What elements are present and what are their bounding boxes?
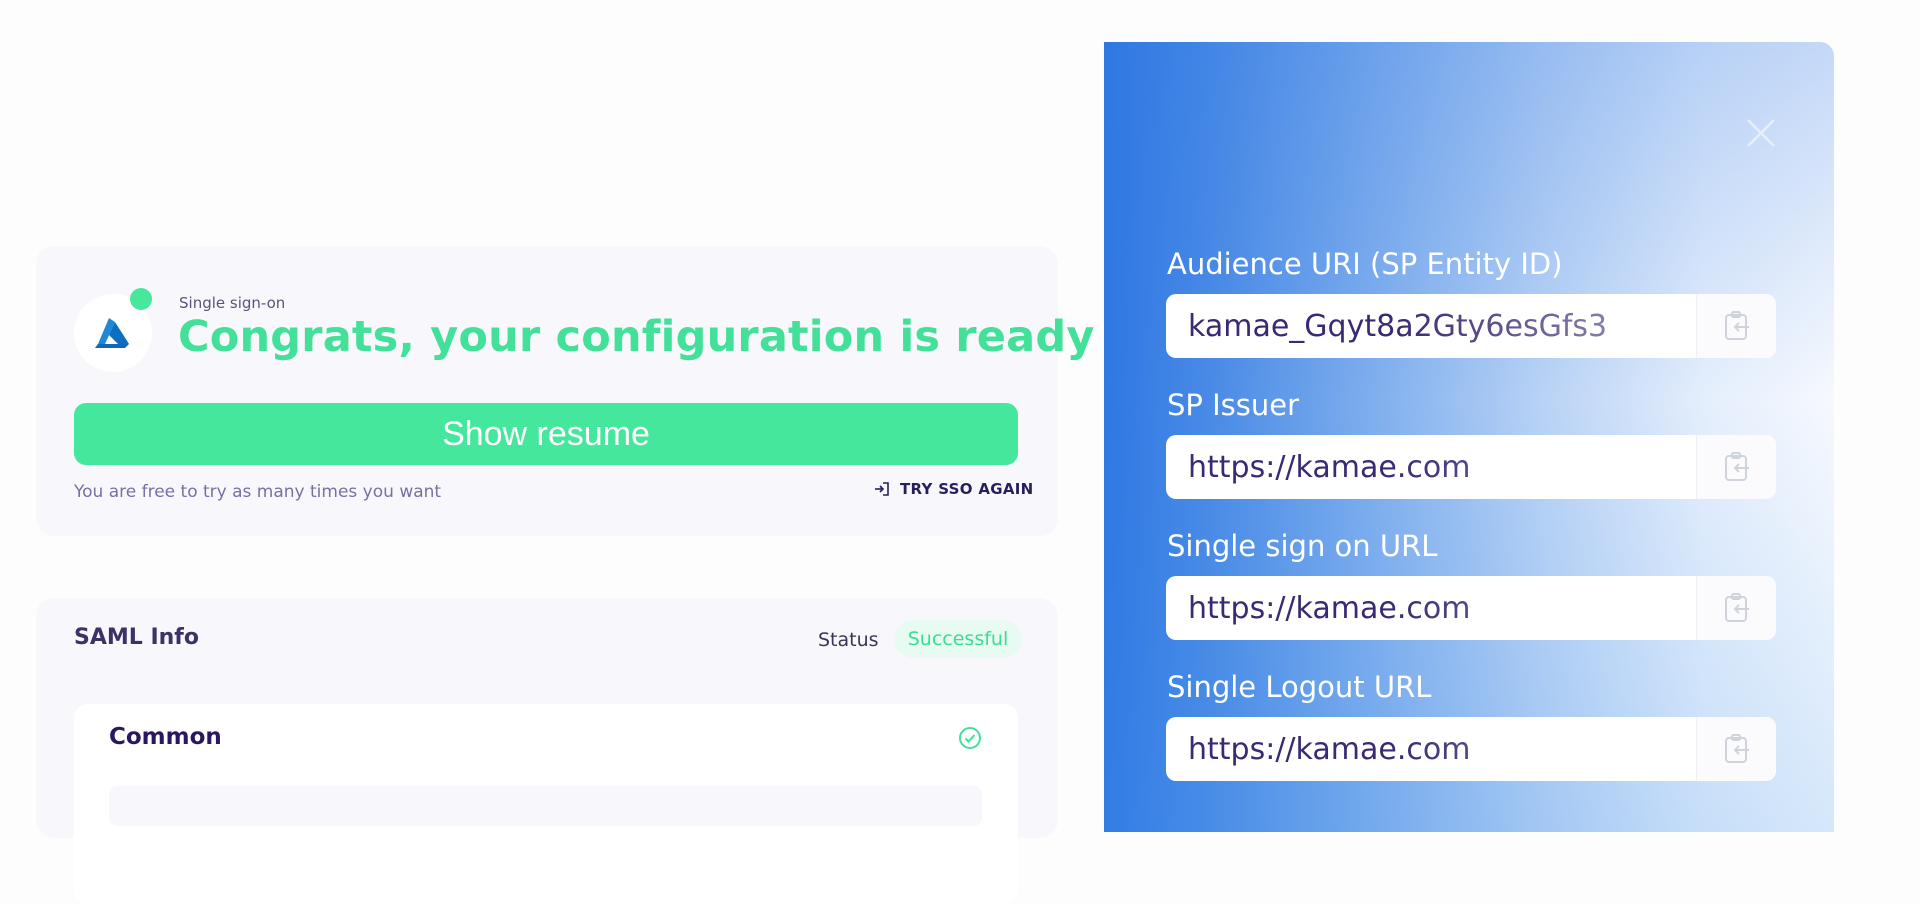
status-badge: Successful (894, 620, 1022, 658)
common-section-row (109, 786, 982, 826)
common-section[interactable]: Common (74, 704, 1018, 904)
sso-result-card: Single sign-on Congrats, your configurat… (36, 246, 1094, 536)
try-sso-again-label: TRY SSO AGAIN (900, 480, 1034, 498)
check-circle-icon (959, 727, 981, 749)
copy-slo-url-button[interactable] (1696, 717, 1776, 781)
sso-url-field: https://kamae.com (1166, 576, 1776, 640)
sso-url-input[interactable]: https://kamae.com (1166, 576, 1686, 640)
close-icon (1747, 119, 1775, 147)
slo-url-input[interactable]: https://kamae.com (1166, 717, 1686, 781)
sso-url-label: Single sign on URL (1167, 529, 1438, 563)
free-try-note: You are free to try as many times you wa… (74, 482, 442, 502)
saml-config-panel: Audience URI (SP Entity ID) kamae_Gqyt8a… (1104, 42, 1834, 832)
copy-audience-uri-button[interactable] (1696, 294, 1776, 358)
copy-sp-issuer-button[interactable] (1696, 435, 1776, 499)
audience-uri-input[interactable]: kamae_Gqyt8a2Gty6esGfs3 (1166, 294, 1686, 358)
close-panel-button[interactable] (1740, 112, 1782, 154)
sp-issuer-input[interactable]: https://kamae.com (1166, 435, 1686, 499)
page-title: Congrats, your configuration is ready (178, 312, 1095, 362)
status-label: Status (818, 629, 879, 651)
azure-logo-icon (95, 318, 129, 348)
clipboard-copy-icon (1725, 734, 1749, 763)
show-resume-button[interactable]: Show resume (74, 403, 1018, 465)
slo-url-field: https://kamae.com (1166, 717, 1776, 781)
audience-uri-label: Audience URI (SP Entity ID) (1167, 247, 1563, 281)
saml-info-card: SAML Info Status Successful Common (36, 598, 1058, 904)
sp-issuer-label: SP Issuer (1167, 388, 1300, 422)
clipboard-copy-icon (1725, 311, 1749, 340)
clipboard-copy-icon (1725, 452, 1749, 481)
clipboard-copy-icon (1725, 593, 1749, 622)
audience-uri-field: kamae_Gqyt8a2Gty6esGfs3 (1166, 294, 1776, 358)
try-sso-again-button[interactable]: TRY SSO AGAIN (874, 480, 1034, 498)
common-section-title: Common (109, 724, 222, 750)
status-dot (130, 288, 152, 310)
sso-eyebrow: Single sign-on (179, 294, 286, 312)
sign-in-icon (875, 482, 889, 496)
sp-issuer-field: https://kamae.com (1166, 435, 1776, 499)
slo-url-label: Single Logout URL (1167, 670, 1432, 704)
saml-info-title: SAML Info (74, 625, 199, 650)
copy-sso-url-button[interactable] (1696, 576, 1776, 640)
